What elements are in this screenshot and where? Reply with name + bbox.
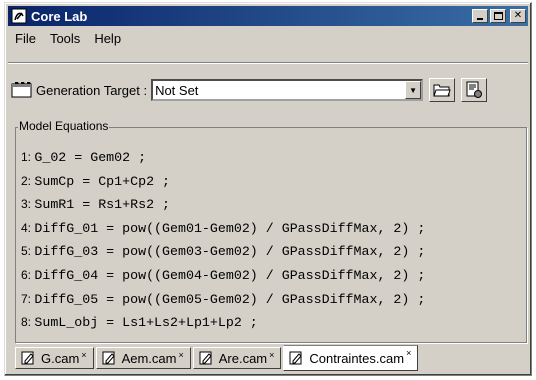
generation-target-icon (11, 82, 32, 98)
equation-code: DiffG_01 = pow((Gem01-Gem02) / GPassDiff… (34, 220, 426, 236)
tab-label: Are.cam (218, 350, 268, 366)
equation-code: G_02 = Gem02 ; (34, 150, 147, 165)
line-number: 2: (21, 173, 32, 188)
tab-contraintes-cam[interactable]: Contraintes.cam × (283, 345, 419, 371)
file-tabs: G.cam × Aem.cam × Are.cam × Contraintes.cam × (15, 345, 420, 373)
equation-code: DiffG_04 = pow((Gem04-Gem02) / GPassDiff… (34, 267, 426, 283)
dropdown-button[interactable]: ▼ (405, 81, 422, 99)
app-window: Core Lab ✕ File Tools Help Generation Ta… (4, 2, 532, 376)
equation-line[interactable]: 8: SumL_obj = Ls1+Ls2+Lp1+Lp2 ; (21, 311, 425, 335)
tab-are-cam[interactable]: Are.cam × (192, 347, 282, 369)
generation-target-label: Generation Target : (36, 82, 148, 98)
tab-label: Contraintes.cam (309, 350, 405, 366)
equation-line[interactable]: 6: DiffG_04 = pow((Gem04-Gem02) / GPassD… (21, 264, 425, 288)
minimize-button[interactable] (472, 9, 488, 23)
generation-toolbar: Generation Target : Not Set ▼ (11, 75, 525, 105)
generate-button[interactable] (461, 78, 488, 102)
edit-document-icon (289, 351, 303, 365)
tab-label: Aem.cam (121, 350, 177, 366)
tab-g-cam[interactable]: G.cam × (15, 347, 94, 369)
menu-help[interactable]: Help (87, 31, 128, 46)
close-tab-icon[interactable]: × (178, 350, 183, 360)
line-number: 6: (21, 267, 32, 282)
equation-line[interactable]: 5: DiffG_03 = pow((Gem03-Gem02) / GPassD… (21, 240, 425, 264)
close-icon: ✕ (513, 10, 523, 21)
generate-icon (466, 81, 483, 98)
chevron-down-icon: ▼ (409, 85, 418, 95)
maximize-button[interactable] (490, 9, 506, 23)
line-number: 4: (21, 220, 32, 235)
line-number: 3: (21, 197, 32, 212)
generation-target-value: Not Set (155, 82, 199, 98)
folder-open-icon (433, 84, 451, 97)
equation-code: SumR1 = Rs1+Rs2 ; (34, 197, 171, 213)
menu-file[interactable]: File (8, 31, 43, 46)
menu-bar: File Tools Help (8, 28, 528, 48)
edit-document-icon (21, 351, 34, 365)
maximize-icon (493, 12, 503, 20)
menu-separator (8, 62, 528, 64)
equation-line[interactable]: 2: SumCp = Cp1+Cp2 ; (21, 170, 425, 194)
minimize-icon (477, 18, 483, 20)
equation-code: DiffG_03 = pow((Gem03-Gem02) / GPassDiff… (34, 244, 426, 260)
title-bar[interactable]: Core Lab ✕ (8, 6, 528, 26)
close-tab-icon[interactable]: × (81, 350, 86, 360)
model-equations-label: Model Equations (18, 119, 110, 133)
equation-line[interactable]: 3: SumR1 = Rs1+Rs2 ; (21, 193, 425, 217)
equation-line[interactable]: 4: DiffG_01 = pow((Gem01-Gem02) / GPassD… (21, 217, 425, 241)
model-equations-group: Model Equations 1: G_02 = Gem02 ; 2: SumC… (15, 119, 527, 343)
line-number: 8: (21, 315, 32, 330)
window-title: Core Lab (31, 8, 88, 24)
menu-tools[interactable]: Tools (43, 31, 87, 46)
equation-line[interactable]: 1: G_02 = Gem02 ; (21, 146, 425, 170)
edit-document-icon (102, 351, 115, 365)
equation-code: SumL_obj = Ls1+Ls2+Lp1+Lp2 ; (34, 315, 258, 331)
open-folder-button[interactable] (429, 78, 456, 102)
equation-list[interactable]: 1: G_02 = Gem02 ; 2: SumCp = Cp1+Cp2 ; 3: … (21, 146, 425, 335)
tab-label: G.cam (41, 350, 80, 366)
line-number: 7: (21, 291, 32, 306)
close-button[interactable]: ✕ (510, 9, 526, 23)
equation-code: DiffG_05 = pow((Gem05-Gem02) / GPassDiff… (34, 291, 426, 307)
edit-document-icon (199, 351, 212, 365)
line-number: 1: (21, 150, 32, 164)
line-number: 5: (21, 244, 32, 259)
tab-aem-cam[interactable]: Aem.cam × (95, 347, 191, 369)
close-tab-icon[interactable]: × (406, 348, 411, 358)
equation-code: SumCp = Cp1+Cp2 ; (34, 173, 171, 189)
app-logo-icon (11, 8, 27, 24)
close-tab-icon[interactable]: × (269, 350, 274, 360)
equation-line[interactable]: 7: DiffG_05 = pow((Gem05-Gem02) / GPassD… (21, 288, 425, 312)
generation-target-select[interactable]: Not Set ▼ (151, 79, 424, 101)
